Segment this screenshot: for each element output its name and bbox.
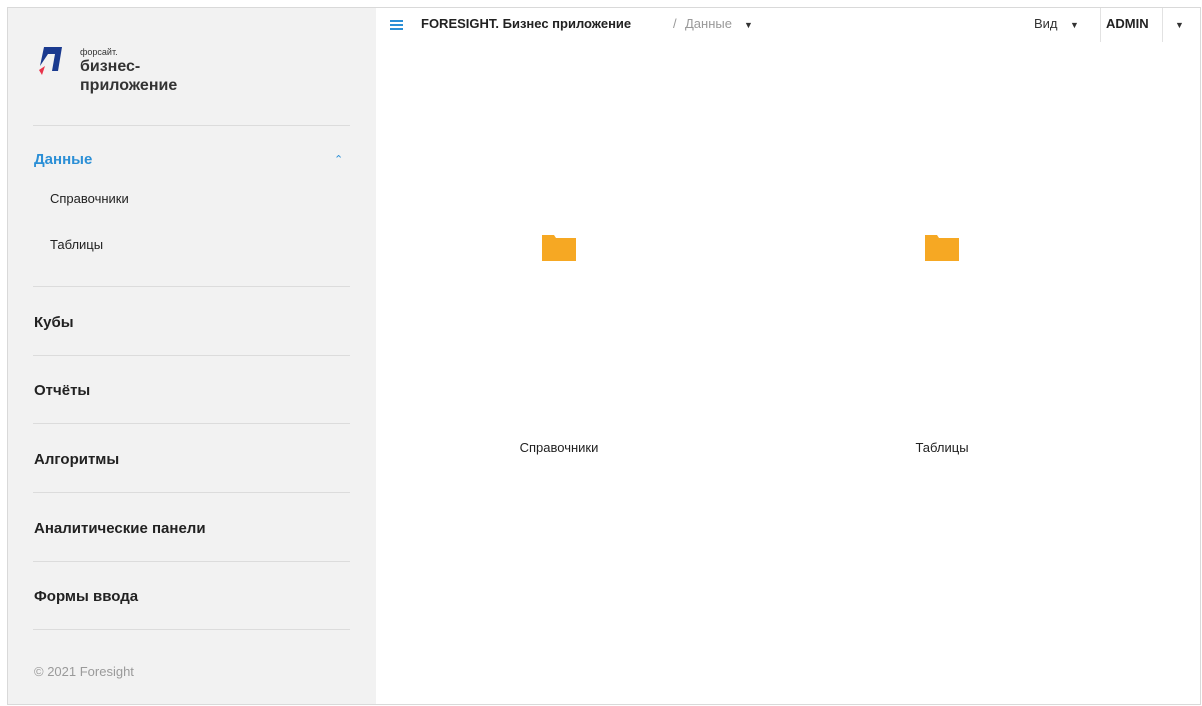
view-menu-button[interactable]: Вид [1034,16,1058,31]
folder-tile-tables[interactable]: Таблицы [842,233,1042,473]
hamburger-menu-icon[interactable] [390,20,403,30]
app-window: форсайт. бизнес- приложение Данные ⌃ Спр… [7,7,1201,705]
user-dropdown-icon[interactable]: ▼ [1175,20,1184,30]
breadcrumb-separator: / [673,16,677,31]
toolbar-divider [1162,8,1163,42]
folder-tile-directories[interactable]: Справочники [459,233,659,473]
divider [33,423,350,424]
folder-icon [542,235,576,261]
sidebar-item-dashboards[interactable]: Аналитические панели [34,520,206,537]
divider [33,286,350,287]
view-dropdown-icon[interactable]: ▼ [1070,20,1079,30]
breadcrumb-dropdown-icon[interactable]: ▼ [744,20,753,30]
sidebar-item-cubes[interactable]: Кубы [34,314,74,331]
divider [33,355,350,356]
brand-title-line1: бизнес- [80,58,141,75]
brand-title: бизнес- приложение [80,57,177,95]
brand-title-line2: приложение [80,77,178,94]
breadcrumb-current[interactable]: Данные [685,16,732,31]
sidebar-item-input-forms[interactable]: Формы ввода [34,588,138,605]
brand-logo[interactable]: форсайт. бизнес- приложение [36,42,236,102]
divider [33,629,350,630]
divider [33,125,350,126]
app-title[interactable]: FORESIGHT. Бизнес приложение [421,16,631,31]
brand-small-text: форсайт. [80,47,118,57]
top-bar: FORESIGHT. Бизнес приложение / Данные ▼ … [376,8,1200,42]
sidebar-item-reports[interactable]: Отчёты [34,382,90,399]
folder-label: Таблицы [915,440,969,455]
chevron-up-icon[interactable]: ⌃ [334,153,343,166]
folder-icon [925,235,959,261]
sidebar: форсайт. бизнес- приложение Данные ⌃ Спр… [8,8,376,704]
copyright: © 2021 Foresight [34,664,134,679]
sidebar-item-data[interactable]: Данные [34,151,92,168]
sidebar-subitem-tables[interactable]: Таблицы [50,237,103,252]
user-menu-button[interactable]: ADMIN [1106,16,1149,31]
brand-mark-icon [39,47,62,75]
sidebar-subitem-directories[interactable]: Справочники [50,191,129,206]
toolbar-divider [1100,8,1101,42]
divider [33,561,350,562]
divider [33,492,350,493]
sidebar-item-algorithms[interactable]: Алгоритмы [34,451,119,468]
folder-label: Справочники [519,440,599,455]
